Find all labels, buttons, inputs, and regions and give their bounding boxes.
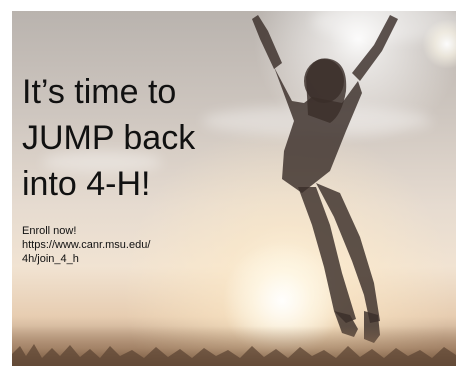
grass <box>12 344 456 366</box>
headline-line: JUMP back <box>22 119 196 157</box>
enroll-url-line: 4h/join_4_h <box>22 253 79 265</box>
enroll-text: Enroll now! https://www.canr.msu.edu/ 4h… <box>22 224 222 266</box>
headline: It’s time to JUMP back into 4-H! <box>22 69 262 207</box>
headline-line: into 4-H! <box>22 165 151 203</box>
enroll-url-line: https://www.canr.msu.edu/ <box>22 239 151 251</box>
enroll-label: Enroll now! <box>22 225 77 237</box>
poster-image: It’s time to JUMP back into 4-H! Enroll … <box>12 11 456 366</box>
headline-line: It’s time to <box>22 73 177 111</box>
